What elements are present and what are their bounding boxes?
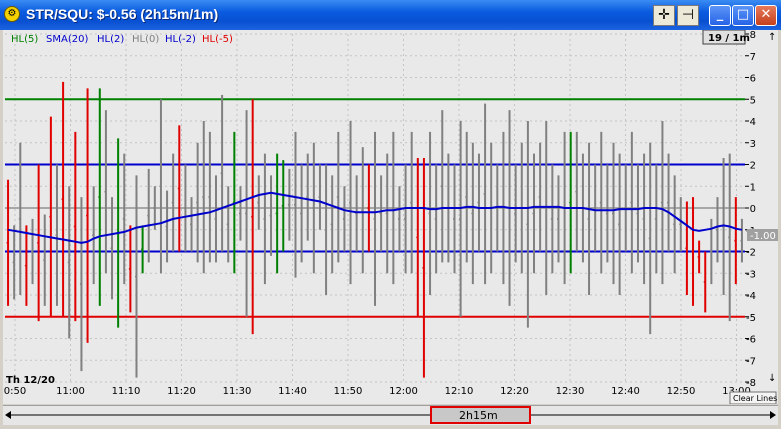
close-icon: ✕ [760, 7, 772, 22]
zoom-label-text: 19 / 1m [708, 33, 750, 44]
x-tick-label: 11:40 [278, 386, 307, 397]
x-axis: 0:50 11:00 11:10 11:20 11:30 11:40 11:50 12:00 1… [4, 386, 751, 397]
scroll-up-arrow-icon[interactable]: ↑ [768, 32, 776, 43]
crosshair-button[interactable]: ✛ [653, 5, 675, 26]
maximize-button[interactable]: □ [732, 5, 754, 26]
scroll-down-arrow-icon[interactable]: ↓ [768, 373, 776, 384]
x-tick-label: 12:00 [389, 386, 418, 397]
y-tick-label: 3 [750, 139, 756, 150]
legend-item-hl2: HL(2) [97, 34, 124, 45]
current-value-tag: -1.00 [747, 229, 778, 242]
chart-svg[interactable]: -8-7-6-5-4-3-2-1012345678 0:5011:0011:10… [3, 29, 778, 405]
close-button[interactable]: ✕ [755, 5, 777, 26]
scroll-thumb-label: 2h15m [459, 409, 498, 422]
legend-item-hl-5: HL(-5) [202, 34, 233, 45]
y-tick-label: 4 [750, 117, 756, 128]
minimize-icon: _ [716, 7, 724, 22]
y-tick-label: 0 [750, 204, 756, 215]
scroll-right-icon[interactable] [770, 411, 776, 419]
y-tick-label: -5 [746, 313, 756, 324]
gear-icon: ⚙ [4, 6, 20, 22]
zoom-label[interactable]: 19 / 1m [702, 29, 750, 45]
y-tick-label: 1 [750, 182, 756, 193]
y-tick-label: -6 [746, 335, 756, 346]
legend: HL(5) SMA(20) HL(2) HL(0) HL(-2) HL(-5) [11, 34, 233, 45]
x-tick-label: 11:10 [112, 386, 141, 397]
y-tick-label: 6 [750, 74, 756, 85]
x-tick-label: 12:30 [556, 386, 585, 397]
y-tick-label: 2 [750, 161, 756, 172]
clear-lines-button[interactable]: Clear Lines [729, 391, 777, 405]
y-tick-label: -4 [746, 291, 756, 302]
legend-item-hl0: HL(0) [132, 34, 159, 45]
window-title: STR/SQU: $-0.56 (2h15m/1m) [26, 6, 219, 22]
minimize-button[interactable]: _ [709, 5, 731, 26]
x-tick-label: 11:50 [334, 386, 363, 397]
scroll-left-icon[interactable] [5, 411, 11, 419]
x-tick-label: 11:20 [167, 386, 196, 397]
y-tick-label: -2 [746, 248, 756, 259]
y-tick-label: 7 [750, 52, 756, 63]
time-scrollbar[interactable]: 2h15m [3, 405, 778, 425]
y-tick-label: -3 [746, 269, 756, 280]
crosshair-icon: ✛ [658, 7, 670, 23]
chart-area[interactable]: -8-7-6-5-4-3-2-1012345678 0:5011:0011:10… [3, 29, 778, 405]
pin-button[interactable]: ⊣ [677, 5, 699, 26]
x-tick-label: 11:00 [56, 386, 85, 397]
scrollbar-svg[interactable]: 2h15m [3, 406, 778, 425]
clear-lines-label: Clear Lines [733, 394, 777, 403]
current-value-text: -1.00 [750, 231, 776, 242]
title-bar[interactable]: ⚙ STR/SQU: $-0.56 (2h15m/1m) ✛ ⊣ _ □ ✕ [0, 0, 781, 30]
x-tick-label: 12:20 [500, 386, 529, 397]
legend-item-sma20: SMA(20) [46, 34, 88, 45]
y-tick-label: 8 [750, 30, 756, 41]
app-window: ⚙ STR/SQU: $-0.56 (2h15m/1m) ✛ ⊣ _ □ ✕ -… [0, 0, 781, 427]
x-tick-label: 12:10 [445, 386, 474, 397]
legend-item-hl-2: HL(-2) [165, 34, 196, 45]
x-tick-label: 0:50 [4, 386, 26, 397]
maximize-icon: □ [736, 7, 750, 22]
x-tick-label: 11:30 [223, 386, 252, 397]
legend-item-hl5: HL(5) [11, 34, 38, 45]
y-tick-label: 5 [750, 95, 756, 106]
y-axis: -8-7-6-5-4-3-2-1012345678 [745, 30, 756, 389]
day-label: Th 12/20 [6, 375, 55, 386]
y-tick-label: -7 [746, 356, 756, 367]
x-tick-label: 12:50 [667, 386, 696, 397]
pin-icon: ⊣ [681, 7, 695, 23]
x-tick-label: 12:40 [611, 386, 640, 397]
